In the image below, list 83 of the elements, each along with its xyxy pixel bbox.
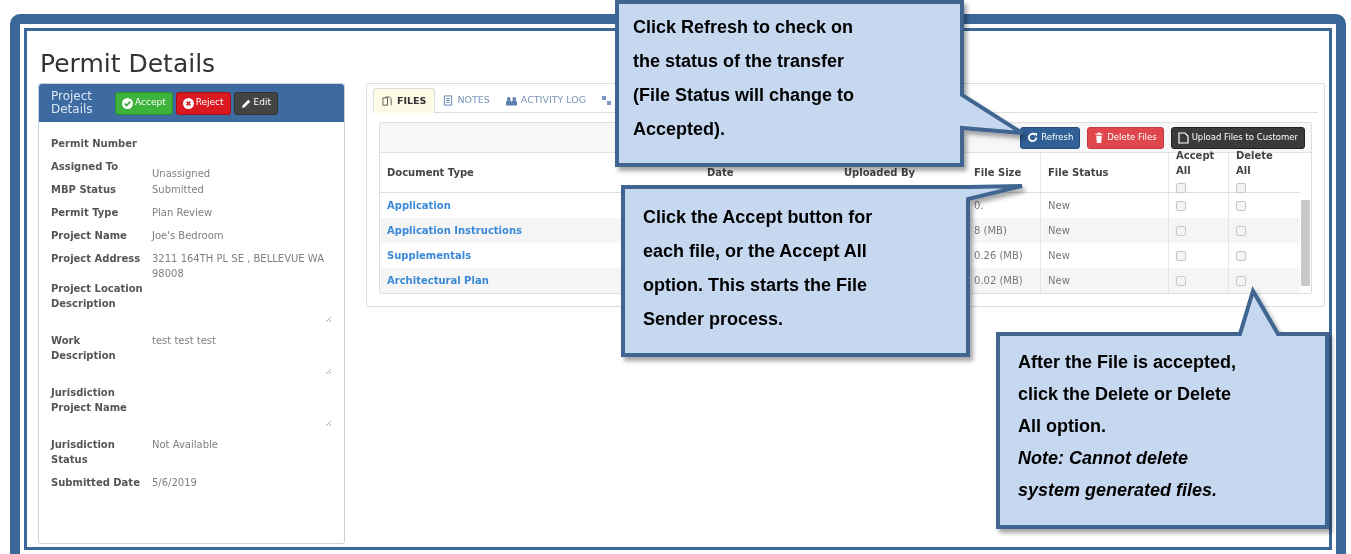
page-title: Permit Details <box>40 48 216 80</box>
field-value: Plan Review <box>152 206 213 220</box>
field-label: Jurisdiction Project Name <box>51 386 128 415</box>
resize-grip-icon <box>325 368 332 375</box>
accept-button[interactable]: Accept <box>115 91 173 115</box>
field-label: Jurisdiction Status <box>51 438 116 467</box>
column-header: File Status <box>1048 166 1110 180</box>
grid-icon <box>602 96 612 105</box>
upload-button[interactable]: Upload Files to Customer <box>1170 126 1305 149</box>
field-value: Not Available <box>152 438 218 452</box>
field-label: Assigned To <box>51 160 120 174</box>
document-link[interactable]: Architectural Plan <box>387 275 489 286</box>
documents-icon <box>382 95 393 107</box>
x-circle-icon <box>182 97 194 109</box>
callout-note: Note: Cannot delete <box>1018 447 1188 470</box>
edit-button[interactable]: Edit <box>233 91 279 115</box>
column-header: Delete All <box>1236 149 1274 178</box>
field-label: Project Location Description <box>51 282 144 311</box>
reject-button[interactable]: Reject <box>175 91 231 115</box>
resize-grip-icon <box>325 316 332 323</box>
document-icon <box>1177 131 1189 144</box>
check-circle-icon <box>122 97 133 109</box>
resize-grip-icon <box>325 420 332 427</box>
callout-text: Accepted). <box>633 118 726 141</box>
tab[interactable]: NOTES <box>435 88 498 113</box>
table-cell-text: New <box>1048 199 1070 213</box>
field-value: Joe's Bedroom <box>152 229 224 243</box>
column-header: Uploaded By <box>844 166 917 180</box>
callout-text: each file, or the Accept All <box>643 240 867 263</box>
field-label: Permit Number <box>51 137 138 151</box>
field-label: Permit Type <box>51 206 120 220</box>
field-label: Work Description <box>51 334 117 363</box>
checkbox[interactable] <box>1236 250 1246 261</box>
checkbox[interactable] <box>1176 200 1186 211</box>
field-value: Unassigned <box>152 167 211 181</box>
table-cell: 0.02 (MB) <box>974 275 1023 286</box>
document-link[interactable]: Application Instructions <box>387 225 522 236</box>
delete-button[interactable]: Delete Files <box>1087 126 1164 149</box>
tab[interactable]: FILES <box>373 88 436 113</box>
checkbox[interactable] <box>1236 225 1246 236</box>
field-value: Submitted <box>152 183 204 197</box>
field-label: MBP Status <box>51 183 117 197</box>
panel-title: Project Details <box>51 90 94 116</box>
refresh-button[interactable]: Refresh <box>1020 126 1081 149</box>
trash-icon <box>1094 132 1105 143</box>
table-cell-text: New <box>1048 249 1070 263</box>
callout-text: (File Status will change to <box>633 84 855 107</box>
field-label: Project Address <box>51 252 142 266</box>
table-cell: 0. <box>974 200 984 211</box>
callout-text: Click the Accept button for <box>643 206 873 229</box>
field-label: Project Name <box>51 229 128 243</box>
users-icon <box>505 95 517 106</box>
column-header: Document Type <box>387 166 475 180</box>
checkbox[interactable] <box>1176 275 1186 286</box>
table-cell-text: New <box>1048 274 1070 288</box>
column-header: File Size <box>974 166 1023 180</box>
table-cell-text: New <box>1048 224 1070 238</box>
document-link[interactable]: Supplementals <box>387 250 472 261</box>
callout-text: Click Refresh to check on <box>633 16 854 39</box>
checkbox[interactable] <box>1236 275 1246 286</box>
pencil-icon <box>240 97 252 109</box>
field-label: Submitted Date <box>51 476 141 490</box>
checkbox[interactable] <box>1176 250 1186 261</box>
field-value: 3211 164TH PL SE , BELLEVUE WA 98008 <box>152 252 325 281</box>
callout-text: option. This starts the File <box>643 274 867 297</box>
callout-text: click the Delete or Delete <box>1018 383 1232 406</box>
table-cell: 8 (MB) <box>974 225 1007 236</box>
field-value: test test test <box>152 334 216 348</box>
callout-text: After the File is accepted, <box>1018 351 1237 374</box>
checkbox[interactable] <box>1176 225 1186 236</box>
table-cell: 0.26 (MB) <box>974 250 1023 261</box>
checkbox[interactable] <box>1236 200 1246 211</box>
column-header: Accept All <box>1176 149 1216 178</box>
callout-note: system generated files. <box>1018 479 1218 502</box>
refresh-icon <box>1027 132 1039 143</box>
tab[interactable]: ACTIVITY LOG <box>497 88 595 113</box>
document-icon <box>443 95 454 106</box>
callout-text: the status of the transfer <box>633 50 845 73</box>
field-value: 5/6/2019 <box>152 476 197 490</box>
document-link[interactable]: Application <box>387 200 451 211</box>
column-header: Date <box>707 166 735 180</box>
callout-text: Sender process. <box>643 308 784 331</box>
callout-text: All option. <box>1018 415 1106 438</box>
